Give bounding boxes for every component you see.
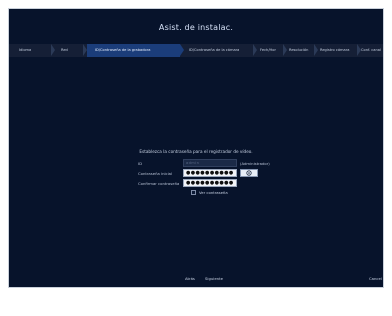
chevron-right-icon: [253, 44, 257, 56]
confirm-password-row: Confirmar contraseña ●●●●●●●●●●: [9, 179, 383, 188]
step-label: Idioma: [19, 48, 32, 52]
back-button[interactable]: Atrás: [185, 275, 195, 283]
chevron-right-icon: [314, 44, 318, 56]
initial-password-row: Contraseña inicial ●●●●●●●●●●: [9, 169, 383, 178]
step-camera-registration[interactable]: Registro cámara: [320, 44, 356, 57]
instruction-text: Establezca la contraseña para el registr…: [139, 149, 253, 154]
step-channel-config[interactable]: Conf. canal: [361, 44, 383, 57]
chevron-right-icon: [51, 44, 55, 56]
id-field: admin: [183, 159, 237, 167]
confirm-password-label: Confirmar contraseña: [138, 181, 180, 186]
show-password-checkbox[interactable]: [191, 190, 196, 195]
step-recorder-password[interactable]: ID/Contraseña de la grabadora: [87, 44, 180, 57]
initial-password-field[interactable]: ●●●●●●●●●●: [183, 169, 237, 177]
id-label: ID: [138, 161, 143, 166]
step-label: Registro cámara: [320, 48, 350, 52]
step-language[interactable]: Idioma: [19, 44, 49, 57]
confirm-password-field[interactable]: ●●●●●●●●●●: [183, 179, 237, 187]
eye-icon: [246, 170, 252, 176]
chevron-right-icon: [180, 44, 184, 56]
show-password-button[interactable]: [240, 169, 258, 177]
chevron-right-icon: [283, 44, 287, 56]
show-password-row: Ver contraseña: [9, 189, 383, 198]
step-camera-password[interactable]: ID/Contraseña de la cámara: [189, 44, 255, 57]
step-resolution[interactable]: Resolución: [289, 44, 315, 57]
next-button[interactable]: Siguiente: [205, 275, 223, 283]
step-label: Conf. canal: [361, 48, 381, 52]
step-date-time[interactable]: Fech/Hor: [260, 44, 282, 57]
step-label: Red: [61, 48, 68, 52]
show-password-label: Ver contraseña: [199, 190, 228, 195]
step-label: ID/Contraseña de la cámara: [189, 48, 240, 52]
step-label: Resolución: [289, 48, 309, 52]
id-role-text: (Administrador): [240, 161, 270, 166]
page-title: Asist. de instalac.: [158, 23, 234, 32]
id-row: ID admin (Administrador): [9, 159, 383, 168]
step-network[interactable]: Red: [61, 44, 85, 57]
wizard-step-bar: Idioma Red ID/Contraseña de la grabadora…: [9, 44, 383, 57]
step-label: ID/Contraseña de la grabadora: [95, 48, 151, 52]
initial-password-label: Contraseña inicial: [138, 171, 173, 176]
cancel-button[interactable]: Cancel: [369, 275, 382, 283]
setup-wizard-window: Asist. de instalac. Idioma Red ID/Contra…: [8, 8, 384, 288]
step-label: Fech/Hor: [260, 48, 276, 52]
